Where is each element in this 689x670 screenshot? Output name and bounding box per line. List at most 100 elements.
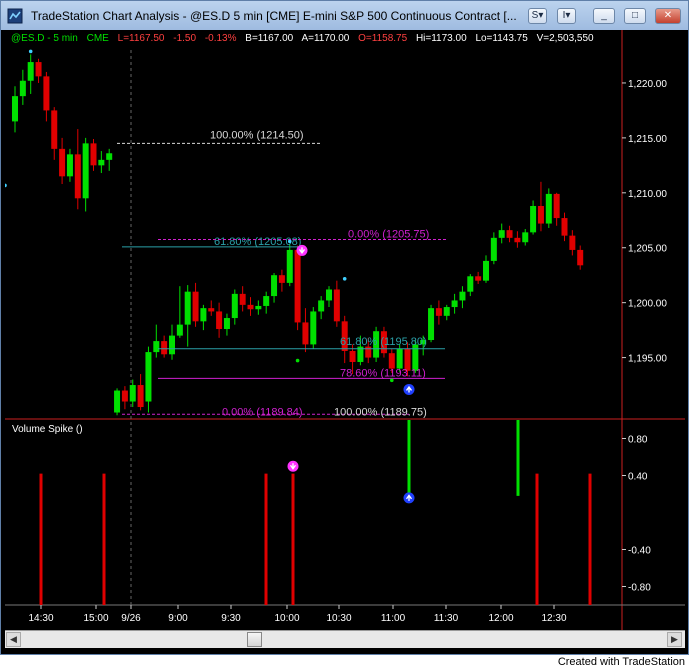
candle-body — [19, 80, 26, 97]
candle-body — [184, 291, 191, 325]
price-tick-label: 1,215.00 — [628, 134, 667, 145]
price-tick-label: 1,200.00 — [628, 299, 667, 310]
fib-label: 78.60% (1193.11) — [340, 367, 426, 379]
window-title: TradeStation Chart Analysis - @ES.D 5 mi… — [31, 9, 517, 23]
candle-body — [255, 305, 262, 310]
created-with-label: Created with TradeStation — [557, 656, 685, 668]
candle-body — [216, 311, 223, 330]
volume-panel-title: Volume Spike () — [12, 424, 83, 435]
candle-body — [74, 154, 81, 199]
down-arrow-marker-icon — [296, 244, 308, 256]
fib-label: 100.00% (1214.50) — [210, 129, 304, 141]
candle-body — [66, 154, 73, 177]
candle-body — [451, 300, 458, 308]
time-tick-label: 11:00 — [381, 613, 406, 624]
time-tick-label: 10:30 — [326, 613, 351, 624]
ask-price: A=1170.00 — [301, 33, 350, 44]
candle-body — [302, 322, 309, 345]
interval-link-button[interactable]: I▾ — [557, 8, 576, 24]
swing-high-dot — [342, 276, 347, 281]
candle-body — [161, 341, 168, 355]
candle-body — [428, 308, 435, 341]
candle-body — [396, 348, 403, 369]
candle-body — [475, 276, 482, 281]
time-tick-label: 14:30 — [28, 613, 53, 624]
candle-body — [537, 205, 544, 224]
candle-body — [443, 307, 450, 316]
open-price: O=1158.75 — [358, 33, 408, 44]
title-bar[interactable]: TradeStation Chart Analysis - @ES.D 5 mi… — [1, 1, 688, 30]
candle-body — [310, 311, 317, 345]
candle-body — [121, 390, 128, 402]
candle-body — [569, 235, 576, 250]
candle-body — [51, 110, 58, 149]
candle-body — [82, 143, 89, 199]
down-arrow-marker-icon — [287, 460, 299, 472]
candle-body — [271, 275, 278, 297]
volume-tick-label: 0.80 — [628, 435, 648, 446]
high-price: Hi=1173.00 — [415, 33, 467, 44]
close-button[interactable]: ✕ — [655, 8, 681, 24]
candle-body — [483, 260, 489, 281]
candle-body — [318, 300, 325, 312]
candle-body — [43, 76, 50, 111]
pct-change: -0.13% — [204, 33, 237, 44]
net-change: -1.50 — [173, 33, 197, 44]
minimize-button[interactable]: _ — [593, 8, 615, 24]
candle-body — [490, 237, 497, 261]
time-tick-label: 12:30 — [541, 613, 566, 624]
price-tick-label: 1,220.00 — [628, 79, 667, 90]
candle-body — [263, 296, 270, 306]
candle-body — [114, 390, 121, 413]
candle-body — [286, 249, 293, 283]
candle-body — [176, 324, 183, 336]
swing-high-dot — [28, 49, 33, 54]
exchange-label: CME — [86, 33, 109, 44]
last-price: L=1167.50 — [117, 33, 165, 44]
symbol-link-button[interactable]: S▾ — [528, 8, 547, 24]
candle-body — [239, 293, 246, 305]
symbol-label: @ES.D - 5 min — [11, 33, 78, 44]
maximize-button[interactable]: □ — [624, 8, 646, 24]
time-tick-label: 9:30 — [221, 613, 241, 624]
chart-area[interactable]: 1,220.00 1,215.00 1,210.00 1,205.00 1,200.00… — [5, 30, 685, 630]
candle-body — [514, 237, 521, 243]
arrow-left-icon[interactable]: ◀ — [6, 632, 21, 647]
time-tick-label: 12:00 — [488, 613, 513, 624]
scroll-thumb[interactable] — [247, 632, 262, 647]
candle-body — [435, 308, 442, 316]
volume-tick-label: -0.40 — [628, 546, 651, 557]
swing-low-dot — [390, 378, 394, 383]
candle-body — [545, 193, 552, 224]
status-line: @ES.D - 5 min CME L=1167.50 -1.50 -0.13%… — [11, 33, 600, 44]
volume-tick-label: 0.40 — [628, 472, 648, 483]
candle-body — [12, 96, 18, 122]
chart-window: TradeStation Chart Analysis - @ES.D 5 mi… — [0, 0, 689, 655]
candle-body — [223, 318, 230, 330]
candle-body — [506, 230, 513, 238]
low-price: Lo=1143.75 — [475, 33, 528, 44]
price-tick-label: 1,195.00 — [628, 354, 667, 365]
price-and-volume-chart[interactable]: 1,220.00 1,215.00 1,210.00 1,205.00 1,200.00… — [5, 30, 685, 630]
candle-body — [561, 218, 568, 236]
candle-body — [129, 385, 136, 402]
up-arrow-marker-icon — [403, 492, 415, 504]
time-tick-label: 10:00 — [274, 613, 299, 624]
candle-body — [530, 205, 537, 233]
candle-body — [35, 62, 42, 77]
time-tick-label: 9/26 — [121, 613, 141, 624]
candle-body — [522, 232, 529, 243]
time-tick-label: 15:00 — [83, 613, 108, 624]
fib-label: 100.00% (1189.75) — [334, 406, 427, 418]
price-tick-label: 1,205.00 — [628, 244, 667, 255]
candle-body — [388, 353, 395, 369]
candle-body — [365, 346, 372, 358]
fib-label: 0.00% (1189.84) — [222, 406, 303, 418]
time-tick-label: 11:30 — [434, 613, 459, 624]
candle-body — [200, 308, 207, 322]
candle-body — [498, 230, 505, 238]
swing-high-dot — [5, 183, 7, 188]
arrow-right-icon[interactable]: ▶ — [667, 632, 682, 647]
candle-body — [145, 352, 152, 402]
horizontal-scrollbar[interactable]: ◀ ▶ — [5, 630, 685, 648]
